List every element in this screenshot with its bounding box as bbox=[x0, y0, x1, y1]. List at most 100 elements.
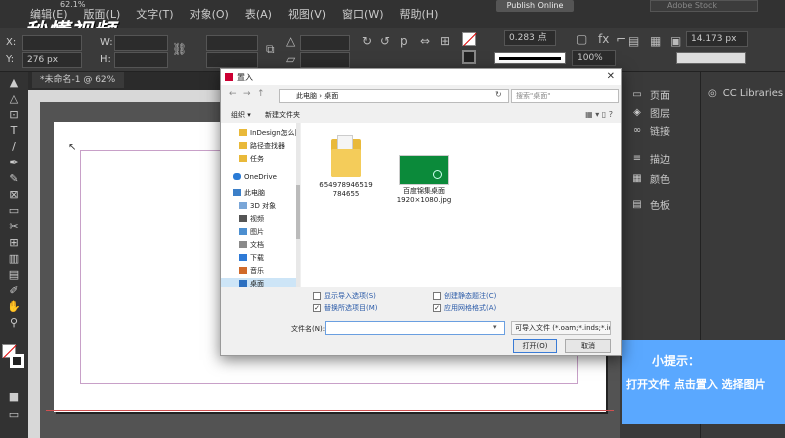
panel-swatches[interactable]: ▤ 色板 bbox=[630, 196, 670, 212]
stroke-weight-field[interactable]: 0.283 点 bbox=[504, 30, 556, 46]
pen-tool-icon[interactable]: ✒ bbox=[6, 156, 22, 170]
panel-links[interactable]: ∞ 链接 bbox=[630, 122, 670, 138]
panel-pages[interactable]: ▭ 页面 bbox=[630, 86, 670, 102]
filename-input[interactable] bbox=[325, 321, 505, 335]
forward-arrow-icon[interactable]: → bbox=[243, 89, 251, 99]
frame-icon[interactable]: ▢ bbox=[576, 32, 587, 46]
style-select[interactable] bbox=[676, 52, 746, 64]
nav-item-videos[interactable]: 视频 bbox=[221, 213, 297, 225]
rotate-ccw-icon[interactable]: ↺ bbox=[380, 34, 390, 48]
up-arrow-icon[interactable]: ↑ bbox=[257, 89, 265, 99]
menu-table[interactable]: 表(A) bbox=[237, 6, 280, 22]
ruler-vertical[interactable] bbox=[28, 90, 40, 438]
nav-item-pictures[interactable]: 图片 bbox=[221, 226, 297, 238]
size-field[interactable]: 14.173 px bbox=[686, 31, 748, 47]
rotate-cw-icon[interactable]: ↻ bbox=[362, 34, 372, 48]
y-field[interactable]: 276 px bbox=[22, 52, 82, 68]
cancel-button[interactable]: 取消 bbox=[565, 339, 611, 353]
filetype-select[interactable]: 可导入文件 (*.oam;*.inds;*.idr bbox=[511, 321, 611, 335]
filename-dropdown-icon[interactable]: ▾ bbox=[493, 323, 497, 331]
publish-online-button[interactable]: Publish Online bbox=[496, 0, 574, 12]
stroke-swatch[interactable] bbox=[462, 50, 476, 64]
rotate-field[interactable] bbox=[300, 35, 350, 51]
adobe-stock-search[interactable]: Adobe Stock bbox=[650, 0, 758, 12]
view-options-icon[interactable]: ▦ ▾ ▯ ? bbox=[585, 110, 613, 119]
document-tab[interactable]: *未命名-1 @ 62% × bbox=[32, 72, 124, 101]
line-tool-icon[interactable]: / bbox=[6, 140, 22, 154]
panel-stroke[interactable]: ≡ 描边 bbox=[630, 150, 670, 166]
panel-color[interactable]: ▦ 颜色 bbox=[630, 170, 670, 186]
x-field[interactable] bbox=[22, 35, 82, 51]
address-bar[interactable]: 此电脑 › 桌面 bbox=[279, 89, 509, 103]
nav-item-pathfinder[interactable]: 路径查找器 bbox=[221, 140, 297, 152]
organize-button[interactable]: 组织 ▾ bbox=[231, 110, 251, 120]
nav-item-downloads[interactable]: 下载 bbox=[221, 252, 297, 264]
apply-color-icon[interactable]: ■ bbox=[6, 390, 22, 404]
type-tool-icon[interactable]: T bbox=[6, 124, 22, 138]
flip-h-icon[interactable]: ⇔ bbox=[420, 34, 430, 48]
stroke-color-icon[interactable] bbox=[10, 354, 24, 368]
zoom-level[interactable]: 62.1% bbox=[60, 0, 85, 9]
distribute-icon[interactable]: ▦ bbox=[650, 34, 661, 48]
dialog-titlebar[interactable]: 置入 ✕ bbox=[221, 69, 621, 85]
align-icon[interactable]: ▤ bbox=[628, 34, 639, 48]
screen-mode-icon[interactable]: ▭ bbox=[6, 408, 22, 422]
search-input[interactable]: 搜索"桌面" bbox=[511, 89, 619, 103]
constrain-icon[interactable]: ⛓ bbox=[172, 42, 187, 56]
file-item-image[interactable]: 百度锦集桌面 1920×1080.jpg bbox=[387, 127, 461, 217]
opacity-field[interactable]: 100% bbox=[572, 50, 616, 66]
nav-item-3d-objects[interactable]: 3D 对象 bbox=[221, 200, 297, 212]
shear-field[interactable] bbox=[300, 52, 350, 68]
new-folder-button[interactable]: 新建文件夹 bbox=[265, 110, 300, 120]
transform-tool-icon[interactable]: ⊞ bbox=[6, 236, 22, 250]
refresh-icon[interactable]: ↻ bbox=[495, 90, 502, 99]
hand-tool-icon[interactable]: ✋ bbox=[6, 300, 22, 314]
file-item-folder[interactable]: 654978946519 784655 bbox=[309, 127, 383, 217]
rectangle-tool-icon[interactable]: ▭ bbox=[6, 204, 22, 218]
stroke-type-select[interactable] bbox=[494, 52, 566, 64]
replace-selected-checkbox[interactable]: ✓ 替换所选项目(M) bbox=[313, 303, 378, 313]
menu-object[interactable]: 对象(O) bbox=[182, 6, 237, 22]
nav-item-indesign[interactable]: InDesign怎么降 bbox=[221, 127, 298, 139]
nav-scrollbar-thumb[interactable] bbox=[296, 185, 300, 239]
nav-item-this-pc[interactable]: 此电脑 bbox=[221, 187, 297, 199]
flip-icon[interactable]: p bbox=[400, 34, 408, 48]
link-scale-icon[interactable]: ⧉ bbox=[266, 42, 275, 57]
dialog-close-icon[interactable]: ✕ bbox=[607, 71, 615, 82]
menu-view[interactable]: 视图(V) bbox=[280, 6, 334, 22]
back-arrow-icon[interactable]: ← bbox=[229, 89, 237, 99]
nav-item-tasks[interactable]: 任务 bbox=[221, 153, 297, 165]
show-import-options-checkbox[interactable]: 显示导入选项(S) bbox=[313, 291, 376, 301]
create-static-caption-checkbox[interactable]: 创建静态题注(C) bbox=[433, 291, 496, 301]
direct-selection-tool-icon[interactable]: △ bbox=[6, 92, 22, 106]
pencil-tool-icon[interactable]: ✎ bbox=[6, 172, 22, 186]
menu-type[interactable]: 文字(T) bbox=[128, 6, 181, 22]
fill-swatch[interactable] bbox=[462, 32, 477, 47]
note-tool-icon[interactable]: ▤ bbox=[6, 268, 22, 282]
nav-item-onedrive[interactable]: OneDrive bbox=[221, 171, 297, 183]
scale-x-field[interactable] bbox=[206, 35, 258, 51]
select-container-icon[interactable]: ⊞ bbox=[440, 34, 450, 48]
gradient-tool-icon[interactable]: ▥ bbox=[6, 252, 22, 266]
corner-icon[interactable]: ⌐ bbox=[616, 32, 626, 46]
scale-y-field[interactable] bbox=[206, 52, 258, 68]
open-button[interactable]: 打开(O) bbox=[513, 339, 557, 353]
effects-icon[interactable]: fx bbox=[598, 32, 609, 46]
panel-layers[interactable]: ◈ 图层 bbox=[630, 104, 670, 120]
nav-item-documents[interactable]: 文档 bbox=[221, 239, 297, 251]
nav-item-desktop[interactable]: 桌面 bbox=[221, 278, 297, 287]
rectangle-frame-tool-icon[interactable]: ⊠ bbox=[6, 188, 22, 202]
panel-cc-libraries[interactable]: ◎ CC Libraries bbox=[700, 84, 785, 102]
eyedropper-tool-icon[interactable]: ✐ bbox=[6, 284, 22, 298]
apply-grid-format-checkbox[interactable]: ✓ 应用网格格式(A) bbox=[433, 303, 496, 313]
nav-item-music[interactable]: 音乐 bbox=[221, 265, 297, 277]
menu-help[interactable]: 帮助(H) bbox=[392, 6, 447, 22]
h-field[interactable] bbox=[114, 52, 168, 68]
scissors-tool-icon[interactable]: ✂ bbox=[6, 220, 22, 234]
selection-tool-icon[interactable]: ▲ bbox=[6, 76, 22, 90]
menu-window[interactable]: 窗口(W) bbox=[334, 6, 391, 22]
page-tool-icon[interactable]: ⊡ bbox=[6, 108, 22, 122]
zoom-tool-icon[interactable]: ⚲ bbox=[6, 316, 22, 330]
w-field[interactable] bbox=[114, 35, 168, 51]
wrap-icon[interactable]: ▣ bbox=[670, 34, 681, 48]
